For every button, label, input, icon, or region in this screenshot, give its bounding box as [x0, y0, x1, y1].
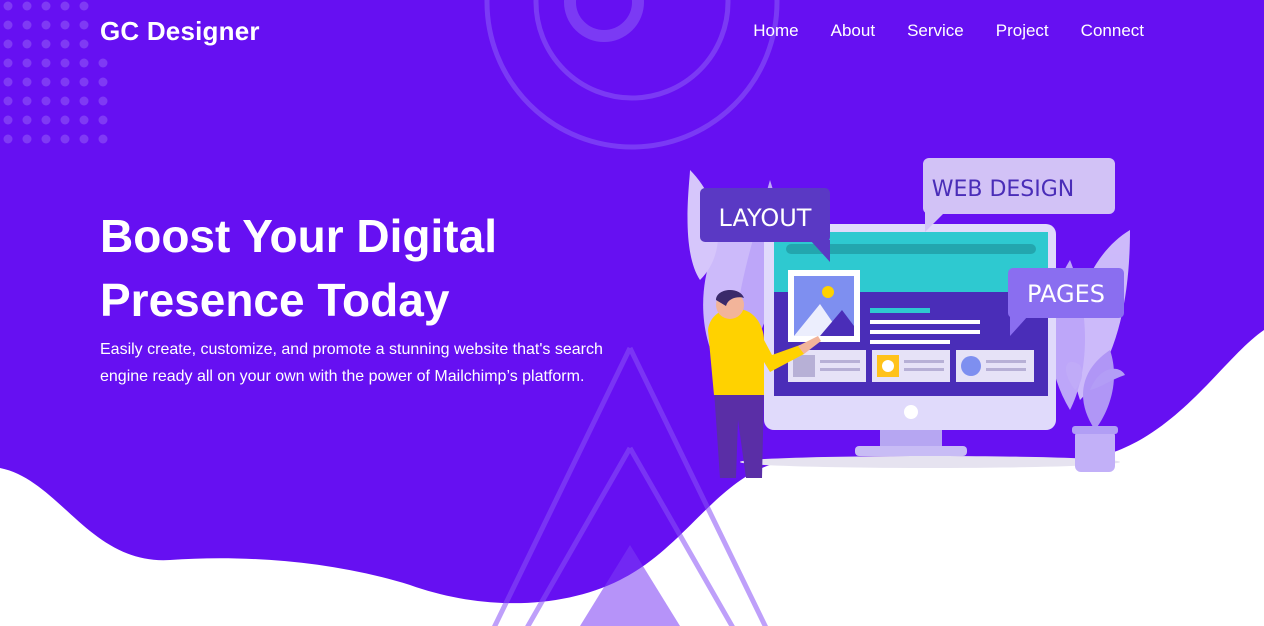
nav-item-connect[interactable]: Connect: [1081, 21, 1144, 41]
brand-logo[interactable]: GC Designer: [100, 16, 260, 47]
hero-title: Boost Your Digital Presence Today: [100, 204, 620, 332]
hero-description: Easily create, customize, and promote a …: [100, 341, 603, 385]
web-design-tag-bubble: WEB DESIGN: [923, 158, 1115, 232]
nav-item-home[interactable]: Home: [753, 21, 798, 41]
floor-shadow: [740, 456, 1120, 468]
monitor-icon: [764, 224, 1056, 456]
leaves-right-decoration: [1049, 230, 1130, 430]
hero-title-line-1: Boost Your Digital: [100, 210, 497, 262]
web-design-tag-label: WEB DESIGN: [932, 177, 1075, 202]
nav-item-service[interactable]: Service: [907, 21, 964, 41]
nav-item-about[interactable]: About: [831, 21, 875, 41]
main-navigation: Home About Service Project Connect: [753, 21, 1144, 41]
hero-title-line-2: Presence Today: [100, 274, 450, 326]
layout-tag-label: LAYOUT: [719, 204, 812, 232]
nav-item-project[interactable]: Project: [996, 21, 1049, 41]
pages-tag-label: PAGES: [1027, 280, 1105, 308]
web-design-illustration: LAYOUT WEB DESIGN PAGES: [687, 158, 1130, 478]
